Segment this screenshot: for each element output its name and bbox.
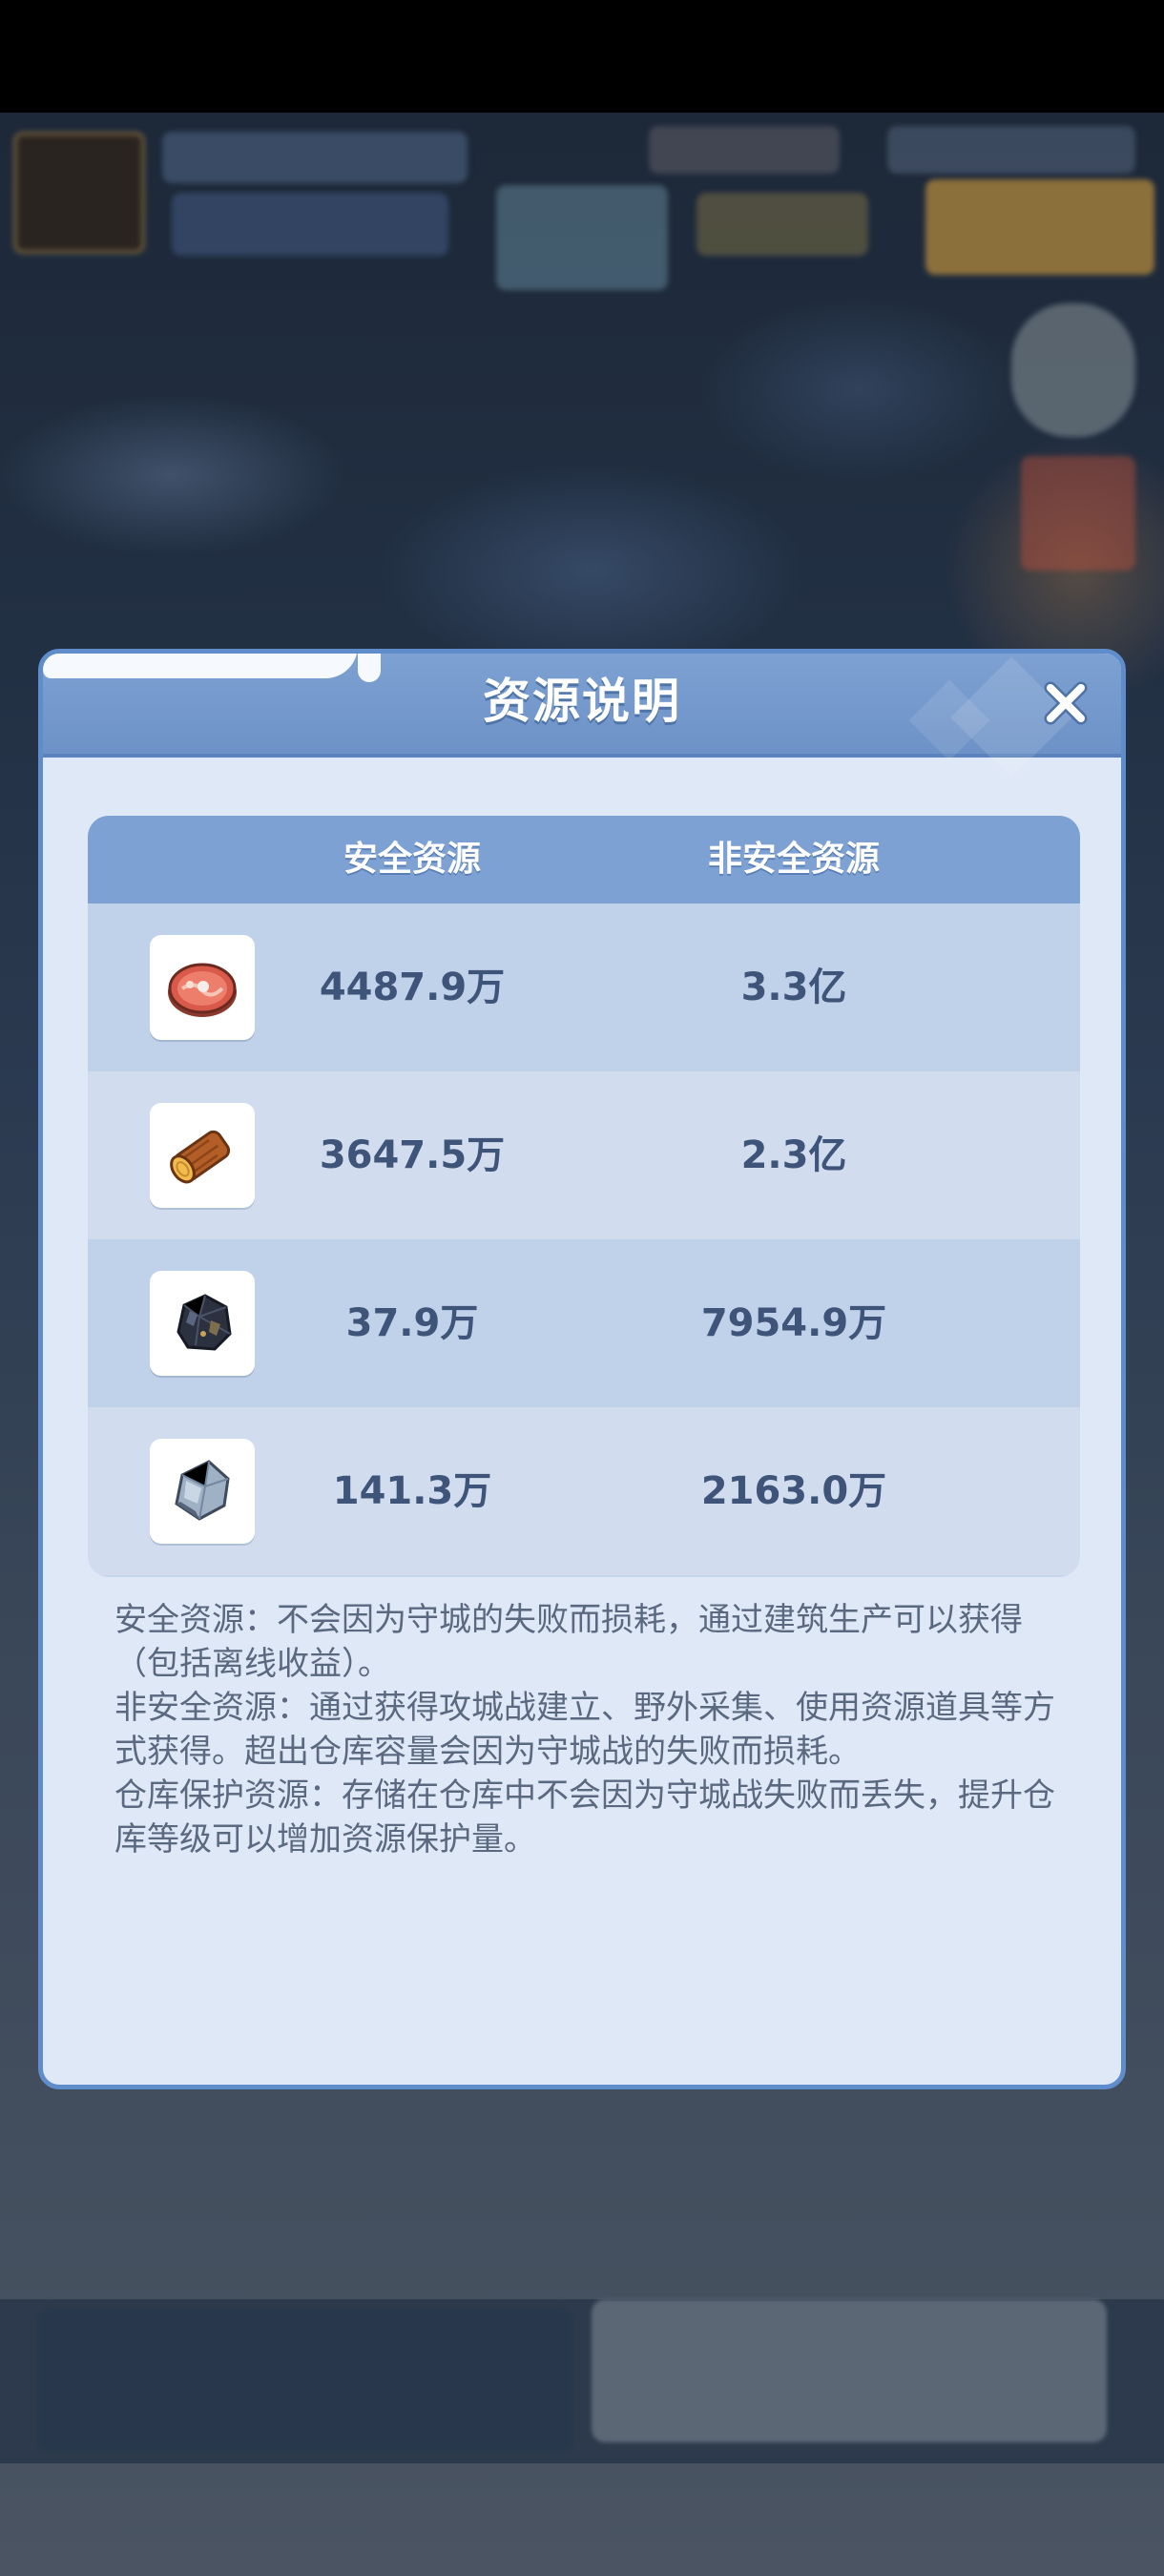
hud-panel-blurred bbox=[649, 126, 840, 174]
dialog-header: 资源说明 bbox=[43, 654, 1121, 779]
bottom-tab-blurred bbox=[38, 2309, 572, 2452]
resource-icon-card bbox=[150, 1439, 255, 1544]
hud-panel-blurred bbox=[162, 132, 468, 183]
hud-panel-blurred bbox=[696, 193, 868, 256]
wood-log-icon bbox=[170, 1130, 231, 1184]
table-header: 安全资源 非安全资源 bbox=[88, 816, 1080, 904]
close-icon bbox=[1044, 681, 1088, 725]
hud-panel-blurred bbox=[1021, 456, 1135, 571]
table-row: 3647.5万 2.3亿 bbox=[88, 1071, 1080, 1239]
unsafe-value: 2.3亿 bbox=[740, 1133, 847, 1177]
table-row: 4487.9万 3.3亿 bbox=[88, 904, 1080, 1071]
unsafe-value: 7954.9万 bbox=[700, 1301, 887, 1345]
resource-icon-card bbox=[150, 1103, 255, 1208]
resource-icon-card bbox=[150, 935, 255, 1040]
unsafe-resource-description: 非安全资源：通过获得攻城战建立、野外采集、使用资源道具等方式获得。超出仓库容量会… bbox=[114, 1689, 1055, 1771]
header-unsafe-resources: 非安全资源 bbox=[707, 840, 880, 879]
table-row: 37.9万 7954.9万 bbox=[88, 1239, 1080, 1407]
safe-value: 37.9万 bbox=[345, 1301, 479, 1345]
hud-panel-blurred bbox=[925, 179, 1154, 275]
safe-value: 3647.5万 bbox=[319, 1133, 506, 1177]
hud-panel-blurred bbox=[1011, 303, 1135, 437]
bottom-tab-blurred bbox=[592, 2299, 1107, 2442]
unsafe-value: 3.3亿 bbox=[740, 966, 847, 1009]
resource-icon-card bbox=[150, 1271, 255, 1376]
hud-panel-blurred bbox=[496, 185, 668, 290]
table-row: 141.3万 2163.0万 bbox=[88, 1407, 1080, 1575]
dialog-title: 资源说明 bbox=[483, 674, 681, 729]
unsafe-value: 2163.0万 bbox=[700, 1469, 887, 1513]
meat-icon bbox=[168, 963, 237, 1017]
safe-value: 4487.9万 bbox=[319, 966, 506, 1009]
player-avatar-blurred bbox=[13, 132, 145, 254]
close-button[interactable] bbox=[1029, 667, 1102, 739]
protected-resource-description: 仓库保护资源：存储在仓库中不会因为守城战失败而丢失，提升仓库等级可以增加资源保护… bbox=[114, 1776, 1055, 1859]
coal-icon bbox=[177, 1294, 232, 1351]
resource-description: 安全资源：不会因为守城的失败而损耗，通过建筑生产可以获得（包括离线收益）。 非安… bbox=[114, 1598, 1069, 1861]
header-safe-resources: 安全资源 bbox=[343, 840, 481, 879]
iron-ore-icon bbox=[175, 1460, 230, 1521]
hud-panel-blurred bbox=[172, 193, 448, 256]
hud-panel-blurred bbox=[887, 126, 1135, 174]
resource-table: 安全资源 非安全资源 4487.9万 3.3亿 3647.5万 2.3亿 37.… bbox=[88, 816, 1080, 1577]
resource-info-dialog: 资源说明 安全资源 非安全资源 4487.9万 3.3亿 3647.5万 2.3… bbox=[38, 649, 1126, 2089]
safe-value: 141.3万 bbox=[332, 1469, 492, 1513]
safe-resource-description: 安全资源：不会因为守城的失败而损耗，通过建筑生产可以获得（包括离线收益）。 bbox=[114, 1601, 1023, 1683]
